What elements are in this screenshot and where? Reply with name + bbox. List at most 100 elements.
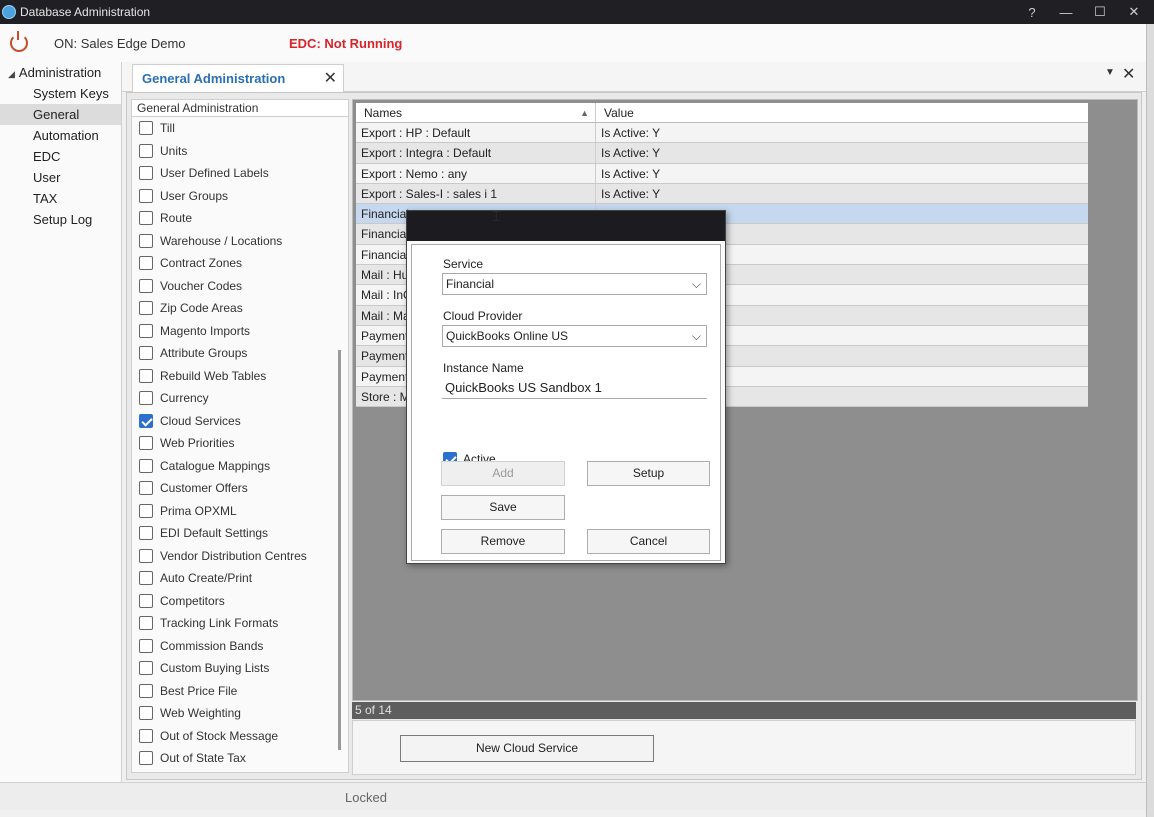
list-item-checkbox[interactable] <box>139 188 153 203</box>
list-item[interactable]: Voucher Codes <box>132 275 348 298</box>
list-item-checkbox[interactable] <box>139 571 153 586</box>
list-item[interactable]: Out of State Tax <box>132 747 348 770</box>
list-item[interactable]: Warehouse / Locations <box>132 230 348 253</box>
remove-button[interactable]: Remove <box>441 529 565 554</box>
service-select[interactable]: Financial ⌵ <box>442 273 707 295</box>
list-item[interactable]: Commission Bands <box>132 635 348 658</box>
tab-general-administration[interactable]: General Administration ✕ <box>132 64 344 92</box>
tab-bar: General Administration ✕ ▼ ✕ <box>122 62 1146 92</box>
tree-item-edc[interactable]: EDC <box>0 146 121 167</box>
list-item-checkbox[interactable] <box>139 638 153 653</box>
list-item[interactable]: Customer Offers <box>132 477 348 500</box>
list-item[interactable]: Magento Imports <box>132 320 348 343</box>
list-item-checkbox[interactable] <box>139 661 153 676</box>
list-item-checkbox[interactable] <box>139 256 153 271</box>
list-item-label: Units <box>160 143 188 158</box>
list-item-checkbox[interactable] <box>139 503 153 518</box>
list-item-checkbox[interactable] <box>139 436 153 451</box>
list-item-checkbox[interactable] <box>139 706 153 721</box>
tree-root-administration[interactable]: ◢ Administration <box>0 62 121 83</box>
dialog-title-bar[interactable] <box>407 211 725 241</box>
list-item-checkbox[interactable] <box>139 368 153 383</box>
column-header-names[interactable]: Names ▲ <box>356 103 596 122</box>
table-row[interactable]: Export : Sales-I : sales i 1 Is Active: Y <box>356 183 1088 205</box>
tree-item-setup-log[interactable]: Setup Log <box>0 209 121 230</box>
list-item-checkbox[interactable] <box>139 526 153 541</box>
list-item-checkbox[interactable] <box>139 346 153 361</box>
setup-button[interactable]: Setup <box>587 461 710 486</box>
expand-arrow-icon[interactable]: ◢ <box>8 69 15 79</box>
list-item-checkbox[interactable] <box>139 211 153 226</box>
list-item[interactable]: Route <box>132 207 348 230</box>
add-button[interactable]: Add <box>441 461 565 486</box>
save-button[interactable]: Save <box>441 495 565 520</box>
minimize-button[interactable]: — <box>1058 5 1074 20</box>
list-item-label: Out of Stock Message <box>160 728 279 743</box>
tree-item-general[interactable]: General <box>0 104 121 125</box>
list-item-checkbox[interactable] <box>139 616 153 631</box>
list-item-checkbox[interactable] <box>139 323 153 338</box>
list-item[interactable]: Competitors <box>132 590 348 613</box>
list-item-checkbox[interactable] <box>139 548 153 563</box>
cancel-button[interactable]: Cancel <box>587 529 710 554</box>
list-item[interactable]: Attribute Groups <box>132 342 348 365</box>
tab-close-icon[interactable]: ✕ <box>324 68 337 88</box>
list-item-checkbox[interactable] <box>139 143 153 158</box>
maximize-button[interactable]: ☐ <box>1092 4 1108 20</box>
panel-close-icon[interactable]: ✕ <box>1122 64 1135 84</box>
tree-root-label: Administration <box>18 65 102 80</box>
list-item[interactable]: Till <box>132 117 348 140</box>
list-scrollbar[interactable] <box>338 350 341 750</box>
tree-item-user[interactable]: User <box>0 167 121 188</box>
list-item-checkbox[interactable] <box>139 481 153 496</box>
help-button[interactable]: ? <box>1024 5 1040 20</box>
list-item[interactable]: User Defined Labels <box>132 162 348 185</box>
power-icon[interactable] <box>10 31 28 52</box>
list-item[interactable]: Vendor Distribution Centres <box>132 545 348 568</box>
list-item[interactable]: Currency <box>132 387 348 410</box>
list-item-checkbox[interactable] <box>139 301 153 316</box>
new-cloud-service-button[interactable]: New Cloud Service <box>400 735 654 762</box>
list-item[interactable]: Catalogue Mappings <box>132 455 348 478</box>
list-item-checkbox[interactable] <box>139 458 153 473</box>
list-item[interactable]: EDI Default Settings <box>132 522 348 545</box>
list-item[interactable]: Tracking Link Formats <box>132 612 348 635</box>
tree-item-system-keys[interactable]: System Keys <box>0 83 121 104</box>
list-item-checkbox[interactable] <box>139 121 153 136</box>
tab-list-dropdown-icon[interactable]: ▼ <box>1105 67 1115 78</box>
list-item[interactable]: Out of Stock Message <box>132 725 348 748</box>
list-item-checkbox[interactable] <box>139 593 153 608</box>
column-header-value[interactable]: Value <box>596 103 1088 122</box>
list-item[interactable]: Contract Zones <box>132 252 348 275</box>
list-item-checkbox[interactable] <box>139 278 153 293</box>
tree-item-tax[interactable]: TAX <box>0 188 121 209</box>
instance-name-input[interactable]: QuickBooks US Sandbox 1 <box>442 377 707 399</box>
list-item[interactable]: Web Weighting <box>132 702 348 725</box>
list-item[interactable]: Auto Create/Print <box>132 567 348 590</box>
list-item-checkbox[interactable] <box>139 166 153 181</box>
list-item[interactable]: Cloud Services <box>132 410 348 433</box>
table-row[interactable]: Export : HP : Default Is Active: Y <box>356 123 1088 144</box>
list-item[interactable]: Prima OPXML <box>132 500 348 523</box>
cloud-provider-select[interactable]: QuickBooks Online US ⌵ <box>442 325 707 347</box>
list-item[interactable]: Custom Buying Lists <box>132 657 348 680</box>
table-row[interactable]: Export : Nemo : any Is Active: Y <box>356 163 1088 184</box>
list-item[interactable]: Units <box>132 140 348 163</box>
list-item[interactable]: Rebuild Web Tables <box>132 365 348 388</box>
tree-item-automation[interactable]: Automation <box>0 125 121 146</box>
list-item[interactable]: Web Priorities <box>132 432 348 455</box>
close-button[interactable]: ✕ <box>1126 4 1142 20</box>
list-item-label: Magento Imports <box>160 323 251 338</box>
list-item-label: Commission Bands <box>160 638 264 653</box>
list-item[interactable]: Best Price File <box>132 680 348 703</box>
list-item-checkbox[interactable] <box>139 233 153 248</box>
list-item-checkbox[interactable] <box>139 728 153 743</box>
list-item-checkbox[interactable] <box>139 751 153 766</box>
list-item-checkbox[interactable] <box>139 683 153 698</box>
table-row[interactable]: Export : Integra : Default Is Active: Y <box>356 143 1088 164</box>
list-item[interactable]: Zip Code Areas <box>132 297 348 320</box>
chevron-down-icon: ⌵ <box>691 277 701 291</box>
list-item-checkbox[interactable] <box>139 391 153 406</box>
list-item[interactable]: User Groups <box>132 185 348 208</box>
list-item-checkbox[interactable] <box>139 413 153 428</box>
